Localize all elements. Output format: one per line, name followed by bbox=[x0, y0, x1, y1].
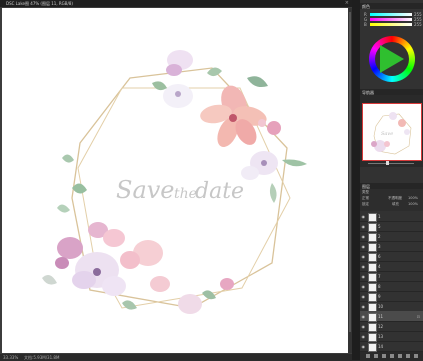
layer-name[interactable]: 2 bbox=[378, 234, 381, 239]
artwork-text-date: date bbox=[195, 179, 244, 204]
visibility-eye-icon[interactable]: ◉ bbox=[362, 324, 366, 329]
visibility-eye-icon[interactable]: ◉ bbox=[362, 214, 366, 219]
link-layers-icon[interactable] bbox=[366, 353, 370, 358]
lock-icon: ⊡ bbox=[416, 313, 420, 319]
artwork-text-save: Save bbox=[116, 176, 175, 204]
layer-name[interactable]: 13 bbox=[378, 334, 383, 339]
layers-panel: 类型 正常 不透明度 100% 锁定 填充 100% ◉ 1 ◉ 5 ◉ 2 ◉ 3 ◉… bbox=[360, 189, 423, 360]
visibility-eye-icon[interactable]: ◉ bbox=[362, 304, 366, 309]
layer-name[interactable]: 9 bbox=[378, 294, 381, 299]
layer-thumbnail bbox=[368, 342, 377, 352]
layer-name[interactable]: 14 bbox=[378, 344, 383, 349]
canvas[interactable]: Save the date bbox=[2, 8, 348, 353]
close-icon[interactable]: × bbox=[345, 0, 349, 7]
layers-toolbar: 类型 正常 不透明度 100% 锁定 填充 100% bbox=[360, 189, 423, 211]
visibility-eye-icon[interactable]: ◉ bbox=[362, 264, 366, 269]
slider-g-track[interactable] bbox=[370, 18, 412, 21]
saturation-triangle[interactable] bbox=[380, 45, 404, 73]
opacity-value[interactable]: 100% bbox=[408, 196, 418, 200]
visibility-eye-icon[interactable]: ◉ bbox=[362, 314, 366, 319]
slider-b-track[interactable] bbox=[370, 23, 412, 26]
panel-dock-strip bbox=[352, 0, 360, 360]
blend-mode-select[interactable]: 正常 bbox=[362, 196, 369, 200]
fill-value[interactable]: 100% bbox=[408, 202, 418, 206]
layer-name[interactable]: 5 bbox=[378, 224, 381, 229]
layer-list: ◉ 1 ◉ 5 ◉ 2 ◉ 3 ◉ 6 ◉ 4 ◉ 7 ◉ 8 ◉ 9 ◉ 10 ◉ 11 ⊡ ◉ 12 … bbox=[360, 211, 423, 352]
slider-g[interactable]: G 255 bbox=[364, 17, 422, 22]
visibility-eye-icon[interactable]: ◉ bbox=[362, 244, 366, 249]
visibility-eye-icon[interactable]: ◉ bbox=[362, 234, 366, 239]
fill-label: 填充 bbox=[392, 202, 399, 206]
visibility-eye-icon[interactable]: ◉ bbox=[362, 344, 366, 349]
top-flower-cluster bbox=[152, 50, 268, 108]
navigator-zoom-slider[interactable] bbox=[362, 161, 420, 165]
visibility-eye-icon[interactable]: ◉ bbox=[362, 334, 366, 339]
delete-layer-icon[interactable] bbox=[414, 353, 418, 358]
layer-style-icon[interactable] bbox=[374, 353, 378, 358]
slider-b-label: B bbox=[364, 22, 367, 27]
adjustment-layer-icon[interactable] bbox=[390, 353, 394, 358]
wreath-artwork: Save the date bbox=[42, 50, 307, 314]
zoom-slider-knob[interactable] bbox=[386, 161, 389, 165]
add-mask-icon[interactable] bbox=[382, 353, 386, 358]
slider-r[interactable]: R 255 bbox=[364, 12, 422, 17]
slider-b-value[interactable]: 255 bbox=[414, 22, 422, 27]
layer-row[interactable]: ◉ 14 bbox=[360, 341, 423, 352]
document-window: DSC Lake图 47% (图层 11, RGB/8) × Save the … bbox=[0, 0, 352, 360]
navigator-text: Save bbox=[381, 131, 393, 137]
layer-name[interactable]: 12 bbox=[378, 324, 383, 329]
visibility-eye-icon[interactable]: ◉ bbox=[362, 254, 366, 259]
new-group-icon[interactable] bbox=[398, 353, 402, 358]
artwork-text-the: the bbox=[174, 186, 197, 202]
right-panel-dock: 颜色 R 255 G 255 B 255 导航器 Save 图层 类型 正常 不… bbox=[360, 0, 423, 360]
layer-name[interactable]: 3 bbox=[378, 244, 381, 249]
navigator-preview[interactable]: Save bbox=[362, 103, 422, 161]
new-layer-icon[interactable] bbox=[406, 353, 410, 358]
visibility-eye-icon[interactable]: ◉ bbox=[362, 274, 366, 279]
right-flower-cluster bbox=[241, 151, 307, 203]
layer-name[interactable]: 6 bbox=[378, 254, 381, 259]
layer-name[interactable]: 11 bbox=[378, 314, 383, 319]
layer-filter-row[interactable]: 类型 bbox=[362, 190, 369, 194]
pink-lily bbox=[200, 85, 281, 147]
lock-fill-row: 锁定 填充 100% bbox=[362, 202, 418, 206]
opacity-label: 不透明度 bbox=[388, 196, 402, 200]
document-title: DSC Lake图 47% (图层 11, RGB/8) bbox=[6, 1, 73, 6]
layers-footer bbox=[360, 352, 423, 360]
color-panel: R 255 G 255 B 255 bbox=[360, 9, 423, 89]
layer-name[interactable]: 8 bbox=[378, 284, 381, 289]
navigator-panel: Save bbox=[360, 95, 423, 167]
document-tab[interactable]: DSC Lake图 47% (图层 11, RGB/8) × bbox=[0, 0, 352, 7]
visibility-eye-icon[interactable]: ◉ bbox=[362, 294, 366, 299]
slider-b[interactable]: B 255 bbox=[364, 22, 422, 27]
lock-label: 锁定 bbox=[362, 202, 369, 206]
layer-name[interactable]: 1 bbox=[378, 214, 381, 219]
slider-r-track[interactable] bbox=[370, 13, 412, 16]
zoom-level[interactable]: 33.33% bbox=[3, 355, 18, 360]
layer-name[interactable]: 10 bbox=[378, 304, 383, 309]
left-leaves bbox=[57, 154, 87, 213]
status-bar: 33.33% 文档:5.93M/31.8M bbox=[0, 354, 352, 360]
layer-kind-label[interactable]: 类型 bbox=[362, 190, 369, 194]
visibility-eye-icon[interactable]: ◉ bbox=[362, 284, 366, 289]
blend-opacity-row: 正常 不透明度 100% bbox=[362, 196, 418, 200]
visibility-eye-icon[interactable]: ◉ bbox=[362, 224, 366, 229]
layer-name[interactable]: 4 bbox=[378, 264, 381, 269]
layer-name[interactable]: 7 bbox=[378, 274, 381, 279]
